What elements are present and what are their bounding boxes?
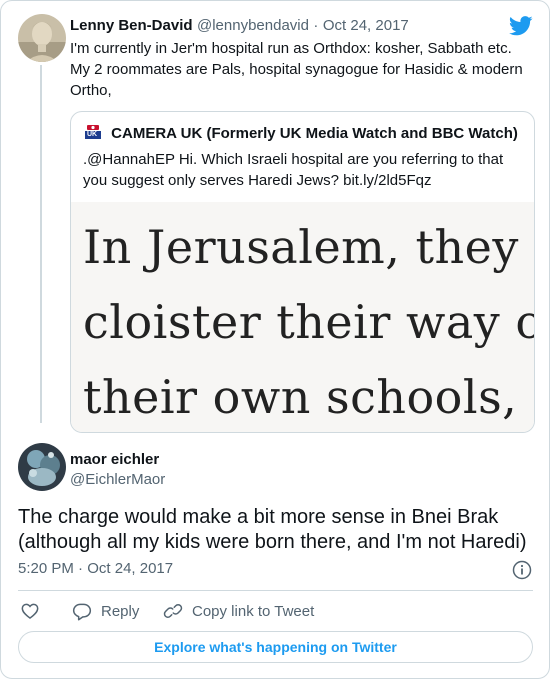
- link-icon: [163, 604, 183, 618]
- main-author-name[interactable]: maor eichler: [70, 450, 165, 470]
- parent-author-name[interactable]: Lenny Ben-David: [70, 17, 193, 34]
- embedded-tweet-card: Lenny Ben-David @lennybendavid · Oct 24,…: [0, 0, 550, 679]
- parent-text-line: My 2 roommates are Pals, hospital synago…: [70, 61, 523, 78]
- quoted-text-line: you suggest only serves Haredi Jews? bit…: [83, 172, 432, 189]
- parent-tweet-text: I'm currently in Jer'm hospital run as O…: [70, 38, 535, 101]
- quoted-tweet-header: UK CAMERA UK (Formerly UK Media Watch an…: [83, 124, 518, 142]
- quoted-tweet-text: .@HannahEP Hi. Which Israeli hospital ar…: [83, 149, 523, 191]
- thread-connector-line: [40, 65, 42, 423]
- article-image-text-line: cloister their way o: [83, 295, 534, 349]
- article-image-text-line: their own schools,: [83, 370, 518, 424]
- main-tweet-timestamp[interactable]: 5:20 PM · Oct 24, 2017: [18, 560, 173, 577]
- actions-divider: [18, 590, 533, 591]
- quoted-tweet[interactable]: UK CAMERA UK (Formerly UK Media Watch an…: [70, 111, 535, 433]
- reply-label: Reply: [101, 602, 140, 620]
- parent-author-handle[interactable]: @lennybendavid: [197, 17, 309, 34]
- main-author-avatar[interactable]: [18, 443, 66, 491]
- timestamp-separator: ·: [78, 560, 84, 577]
- like-button[interactable]: [20, 599, 40, 623]
- tweet-date: Oct 24, 2017: [87, 560, 174, 577]
- reply-bubble-icon: [72, 603, 92, 621]
- heart-icon: [21, 603, 39, 620]
- parent-tweet-date[interactable]: Oct 24, 2017: [323, 17, 409, 34]
- quoted-text-line: .@HannahEP Hi. Which Israeli hospital ar…: [83, 151, 504, 168]
- twitter-bird-icon[interactable]: [508, 15, 533, 37]
- main-author-handle[interactable]: @EichlerMaor: [70, 470, 165, 490]
- quoted-article-image[interactable]: In Jerusalem, they cloister their way o …: [71, 202, 534, 432]
- quoted-avatar-badge: UK: [87, 131, 98, 138]
- copy-link-label: Copy link to Tweet: [192, 602, 315, 620]
- main-text-line: (although all my kids were born there, a…: [18, 531, 527, 553]
- main-tweet-text: The charge would make a bit more sense i…: [18, 505, 538, 555]
- camera-uk-avatar: UK: [83, 124, 103, 140]
- copy-link-button[interactable]: Copy link to Tweet: [163, 599, 314, 623]
- quoted-author-name[interactable]: CAMERA UK (Formerly UK Media Watch and B…: [111, 125, 518, 142]
- info-icon[interactable]: [512, 560, 532, 580]
- parent-author-avatar[interactable]: [18, 14, 66, 62]
- tweet-time: 5:20 PM: [18, 560, 74, 577]
- parent-text-line: I'm currently in Jer'm hospital run as O…: [70, 40, 512, 57]
- header-separator: ·: [313, 17, 319, 34]
- reply-button[interactable]: Reply: [72, 599, 139, 623]
- explore-twitter-button[interactable]: Explore what's happening on Twitter: [18, 631, 533, 663]
- main-text-line: The charge would make a bit more sense i…: [18, 506, 499, 528]
- parent-tweet-header: Lenny Ben-David @lennybendavid · Oct 24,…: [70, 17, 409, 35]
- main-author-info: maor eichler @EichlerMaor: [70, 450, 165, 490]
- article-image-text-line: In Jerusalem, they: [83, 220, 519, 274]
- parent-text-line: Ortho,: [70, 82, 112, 99]
